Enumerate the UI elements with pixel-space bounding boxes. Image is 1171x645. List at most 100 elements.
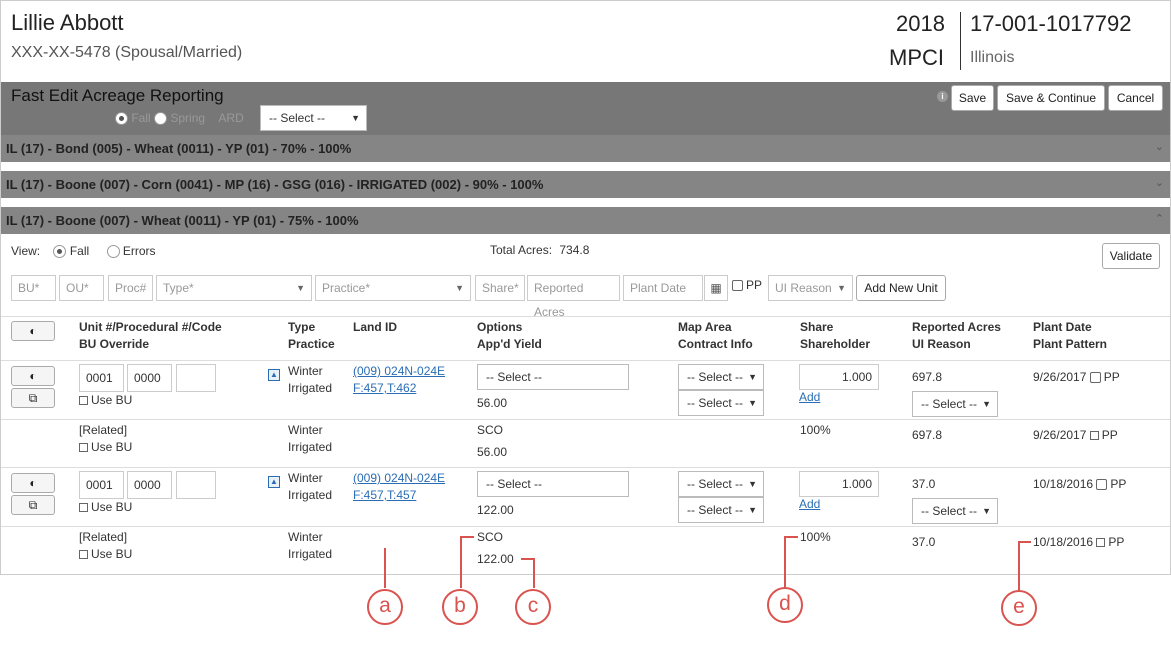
plant-date-input[interactable]: Plant Date: [623, 275, 703, 301]
expand-up-icon[interactable]: ▲: [268, 369, 280, 381]
view-label: View:: [11, 244, 41, 258]
land-id-link[interactable]: (009) 024N-024E F:457,T:457: [353, 470, 445, 504]
caret-down-icon: ▼: [455, 283, 464, 293]
reported-acres: 37.0: [912, 535, 936, 549]
callout-line: [384, 548, 386, 588]
share-percent: 100%: [800, 423, 831, 437]
pp-checkbox[interactable]: [1089, 372, 1101, 384]
checkbox-icon: [732, 280, 743, 292]
code-input[interactable]: [176, 471, 216, 499]
contract-info-select[interactable]: -- Select -- ▼: [678, 497, 764, 523]
view-fall-label: Fall: [69, 244, 90, 258]
info-icon[interactable]: i: [937, 91, 948, 102]
contrast-toggle-icon[interactable]: ◐: [11, 321, 55, 341]
options-select[interactable]: -- Select --: [477, 471, 629, 497]
ui-reason-select[interactable]: UI Reason ▼: [768, 275, 853, 301]
view-errors-label: Errors: [122, 244, 156, 258]
contract-info-select[interactable]: -- Select -- ▼: [678, 390, 764, 416]
options-select[interactable]: -- Select --: [477, 364, 629, 390]
map-area-select[interactable]: -- Select -- ▼: [678, 471, 764, 497]
unit-group-title: IL (17) - Boone (007) - Corn (0041) - MP…: [6, 177, 544, 192]
related-label: [Related] Use BU: [79, 530, 133, 561]
contrast-toggle-icon[interactable]: ◐: [11, 473, 55, 493]
insured-ssn: XXX-XX-5478 (Spousal/Married): [11, 44, 243, 61]
divider: [1, 316, 1170, 317]
add-shareholder-link[interactable]: Add: [799, 389, 820, 406]
chevron-down-icon: ⌄: [1154, 177, 1164, 189]
unit-group-bar[interactable]: IL (17) - Bond (005) - Wheat (0011) - YP…: [1, 135, 1170, 162]
proc-input[interactable]: Proc#: [108, 275, 153, 301]
procedural-number-input[interactable]: 0000: [127, 364, 172, 392]
unit-group-title: IL (17) - Boone (007) - Wheat (0011) - Y…: [6, 213, 359, 228]
practice-select-value: Practice*: [322, 281, 371, 295]
copy-icon[interactable]: ⧉: [11, 495, 55, 515]
caret-down-icon: ▼: [296, 283, 305, 293]
view-errors-radio[interactable]: [106, 245, 120, 259]
column-header-type: Type Practice: [288, 320, 335, 351]
unit-number-input[interactable]: 0001: [79, 471, 124, 499]
callout-d: d: [767, 587, 803, 623]
plant-date: 9/26/2017 PP: [1033, 370, 1120, 384]
reported-acres: 697.8: [912, 428, 943, 442]
reported-acres: 37.0: [912, 477, 936, 491]
column-header-options: Options App'd Yield: [477, 320, 542, 351]
practice-select[interactable]: Practice* ▼: [315, 275, 471, 301]
copy-icon[interactable]: ⧉: [11, 388, 55, 408]
plant-date: 10/18/2016 PP: [1033, 477, 1127, 491]
share-input[interactable]: 1.000: [799, 364, 879, 390]
map-area-select[interactable]: -- Select -- ▼: [678, 364, 764, 390]
land-id-link[interactable]: (009) 024N-024E F:457,T:462: [353, 363, 445, 397]
callout-line: [784, 536, 786, 588]
callout-c: c: [515, 589, 551, 625]
approved-yield: 122.00: [477, 503, 514, 517]
column-header-share: Share Shareholder: [800, 320, 871, 351]
cancel-button[interactable]: Cancel: [1108, 85, 1163, 111]
unit-number-input[interactable]: 0001: [79, 364, 124, 392]
unit-group-bar[interactable]: IL (17) - Boone (007) - Wheat (0011) - Y…: [1, 207, 1170, 234]
bu-input[interactable]: BU*: [11, 275, 56, 301]
save-button[interactable]: Save: [951, 85, 994, 111]
view-fall-radio[interactable]: [53, 245, 67, 259]
pp-checkbox[interactable]: [1089, 431, 1099, 441]
type-select[interactable]: Type* ▼: [156, 275, 312, 301]
divider: [1, 360, 1170, 361]
ard-select[interactable]: -- Select -- ▼: [260, 105, 367, 131]
callout-line: [460, 536, 474, 538]
ou-input[interactable]: OU*: [59, 275, 104, 301]
contrast-toggle-icon[interactable]: ◐: [11, 366, 55, 386]
share-input[interactable]: Share*: [475, 275, 525, 301]
save-continue-button[interactable]: Save & Continue: [997, 85, 1105, 111]
use-bu-checkbox[interactable]: Use BU: [79, 499, 132, 516]
pp-checkbox[interactable]: PP: [732, 278, 762, 292]
approved-yield: 122.00: [477, 552, 514, 566]
ui-reason-select[interactable]: -- Select -- ▼: [912, 498, 998, 524]
spring-radio[interactable]: [154, 112, 168, 126]
use-bu-checkbox[interactable]: [79, 550, 88, 560]
reported-acres-input[interactable]: Reported Acres: [527, 275, 620, 319]
pp-checkbox[interactable]: [1096, 479, 1108, 491]
column-header-plant: Plant Date Plant Pattern: [1033, 320, 1108, 351]
expand-up-icon[interactable]: ▲: [268, 476, 280, 488]
plan-type: MPCI: [889, 45, 944, 70]
type-practice: Winter Irrigated: [288, 423, 333, 454]
code-input[interactable]: [176, 364, 216, 392]
use-bu-checkbox[interactable]: [79, 443, 88, 453]
callout-b: b: [442, 589, 478, 625]
callout-line: [784, 536, 798, 538]
add-shareholder-link[interactable]: Add: [799, 496, 820, 513]
use-bu-checkbox[interactable]: Use BU: [79, 392, 132, 409]
fall-label: Fall: [131, 111, 151, 125]
validate-button[interactable]: Validate: [1102, 243, 1160, 269]
share-input[interactable]: 1.000: [799, 471, 879, 497]
pp-checkbox[interactable]: [1096, 538, 1106, 548]
ui-reason-select[interactable]: -- Select -- ▼: [912, 391, 998, 417]
calendar-icon[interactable]: ▦: [704, 275, 728, 301]
add-new-unit-button[interactable]: Add New Unit: [856, 275, 946, 301]
total-acres: Total Acres: 734.8: [490, 243, 589, 257]
procedural-number-input[interactable]: 0000: [127, 471, 172, 499]
plant-date: 10/18/2016 PP: [1033, 535, 1125, 549]
policy-number: 17-001-1017792: [970, 11, 1132, 36]
unit-group-bar[interactable]: IL (17) - Boone (007) - Corn (0041) - MP…: [1, 171, 1170, 198]
fall-radio[interactable]: [115, 112, 128, 126]
header-divider: [960, 12, 961, 70]
